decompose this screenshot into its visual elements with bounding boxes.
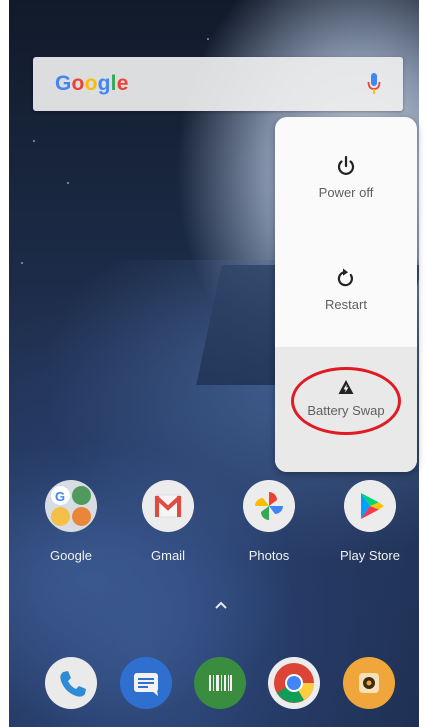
app-label-google: Google: [50, 548, 92, 563]
wallpaper-star: [21, 262, 23, 264]
microphone-icon[interactable]: [367, 72, 381, 96]
restart-label: Restart: [325, 297, 367, 312]
power-off-label: Power off: [318, 185, 374, 200]
google-folder-icon: G: [45, 480, 97, 532]
restart-icon: [337, 268, 354, 287]
app-gmail[interactable]: Gmail: [123, 480, 213, 563]
photos-icon: [243, 480, 295, 532]
app-label-gmail: Gmail: [151, 548, 185, 563]
wallpaper-star: [33, 140, 35, 142]
app-photos[interactable]: Photos: [224, 480, 314, 563]
gmail-icon: [142, 480, 194, 532]
app-label-play-store: Play Store: [340, 548, 400, 563]
chrome-icon[interactable]: [268, 657, 320, 709]
phone-icon[interactable]: [45, 657, 97, 709]
app-label-photos: Photos: [248, 548, 290, 563]
chevron-up-icon[interactable]: [214, 598, 228, 612]
app-google-folder[interactable]: G Google: [26, 480, 116, 563]
power-off-button[interactable]: Power off: [275, 155, 417, 200]
google-logo: Google: [55, 72, 129, 95]
camera-icon[interactable]: [343, 657, 395, 709]
play-store-icon: [344, 480, 396, 532]
highlight-circle: [291, 367, 401, 435]
app-play-store[interactable]: Play Store: [325, 480, 415, 563]
barcode-scanner-icon[interactable]: [194, 657, 246, 709]
wallpaper-star: [67, 182, 69, 184]
power-icon: [337, 155, 355, 175]
wallpaper-star: [207, 38, 209, 40]
messages-icon[interactable]: [120, 657, 172, 709]
device-frame: Google Power off Restart Battery Swap G …: [0, 0, 427, 727]
restart-button[interactable]: Restart: [275, 267, 417, 312]
google-search-bar[interactable]: Google: [33, 57, 403, 111]
